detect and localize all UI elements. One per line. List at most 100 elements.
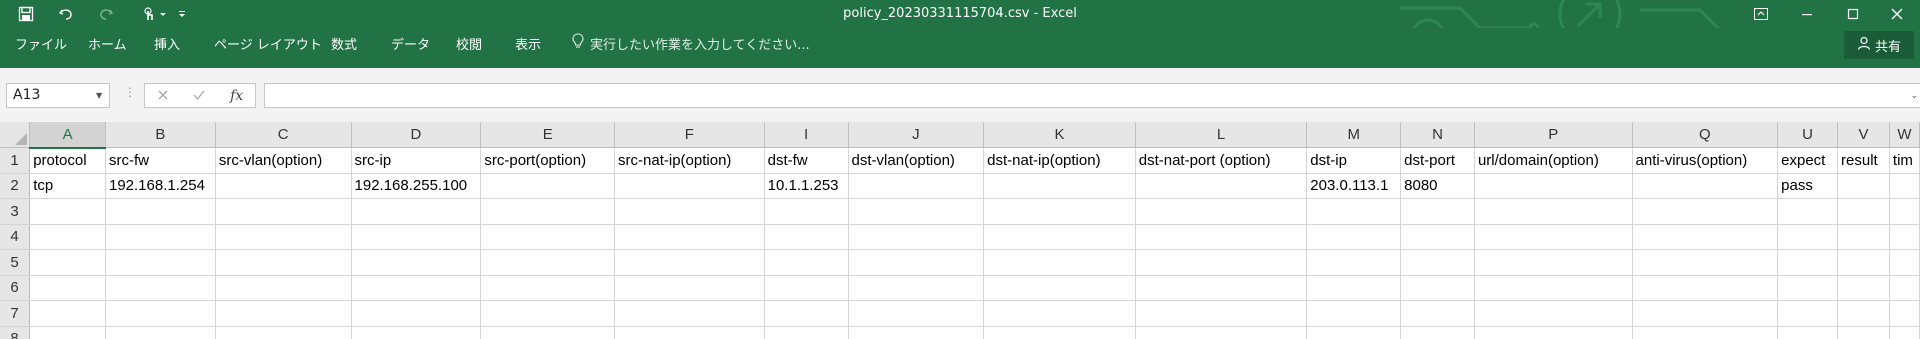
cell-c7[interactable] (215, 300, 352, 327)
column-header-q[interactable]: Q (1632, 122, 1779, 148)
cell-e7[interactable] (480, 300, 616, 327)
cell-j3[interactable] (848, 198, 985, 225)
formula-input[interactable] (264, 83, 1920, 108)
cell-q3[interactable] (1632, 198, 1779, 225)
cell-p6[interactable] (1474, 275, 1633, 301)
cell-a4[interactable] (29, 224, 106, 250)
name-box-dropdown-icon[interactable]: ▼ (96, 91, 102, 100)
cell-n7[interactable] (1400, 300, 1475, 327)
cell-c5[interactable] (215, 249, 352, 276)
cell-f4[interactable] (614, 224, 765, 250)
cell-c3[interactable] (215, 198, 352, 225)
cell-v8[interactable] (1837, 326, 1890, 339)
cell-v4[interactable] (1837, 224, 1890, 250)
worksheet-grid[interactable]: A B C D E F I J K L M N P Q U V W 1 protocol src-fw src-vlan… (0, 122, 1920, 339)
save-icon[interactable] (10, 0, 42, 28)
row-header[interactable]: 6 (0, 275, 31, 301)
cell-n3[interactable] (1400, 198, 1475, 225)
tab-view[interactable]: 表示 (515, 28, 541, 64)
column-header-b[interactable]: B (105, 122, 216, 148)
cell-a3[interactable] (29, 198, 106, 225)
tab-file[interactable]: ファイル (15, 28, 67, 64)
cell-b8[interactable] (105, 326, 216, 339)
cell-i6[interactable] (764, 275, 849, 301)
column-header-e[interactable]: E (480, 122, 616, 148)
column-header-l[interactable]: L (1135, 122, 1308, 148)
cell-m4[interactable] (1306, 224, 1402, 250)
column-header-d[interactable]: D (351, 122, 482, 148)
tab-formulas[interactable]: 数式 (331, 28, 357, 64)
cell-m2[interactable]: 203.0.113.1 (1306, 173, 1402, 199)
row-header[interactable]: 5 (0, 249, 31, 276)
cell-u1[interactable]: expect (1777, 147, 1839, 174)
cell-w5[interactable] (1889, 249, 1920, 276)
cell-d8[interactable] (351, 326, 482, 339)
cell-n2[interactable]: 8080 (1400, 173, 1475, 199)
cell-k8[interactable] (983, 326, 1136, 339)
cell-b1[interactable]: src-fw (105, 147, 216, 174)
cell-q2[interactable] (1632, 173, 1779, 199)
cell-d5[interactable] (351, 249, 482, 276)
tab-insert[interactable]: 挿入 (154, 28, 180, 64)
cell-i5[interactable] (764, 249, 849, 276)
cell-w6[interactable] (1889, 275, 1920, 301)
expand-formula-bar-icon[interactable]: ⌄ (1910, 91, 1918, 101)
column-header-w[interactable]: W (1889, 122, 1920, 148)
cell-m6[interactable] (1306, 275, 1402, 301)
undo-icon[interactable] (50, 0, 82, 28)
cell-d6[interactable] (351, 275, 482, 301)
cell-i1[interactable]: dst-fw (764, 147, 849, 174)
cell-p1[interactable]: url/domain(option) (1474, 147, 1633, 174)
cell-a7[interactable] (29, 300, 106, 327)
cell-w1[interactable]: tim (1889, 147, 1920, 174)
cell-c6[interactable] (215, 275, 352, 301)
cell-w8[interactable] (1889, 326, 1920, 339)
cell-e2[interactable] (480, 173, 616, 199)
cell-n8[interactable] (1400, 326, 1475, 339)
cell-n1[interactable]: dst-port (1400, 147, 1475, 174)
column-header-i[interactable]: I (764, 122, 849, 148)
cell-f3[interactable] (614, 198, 765, 225)
cell-d1[interactable]: src-ip (351, 147, 482, 174)
cell-j1[interactable]: dst-vlan(option) (848, 147, 985, 174)
cell-q6[interactable] (1632, 275, 1779, 301)
cell-l2[interactable] (1135, 173, 1308, 199)
cell-v3[interactable] (1837, 198, 1890, 225)
column-header-k[interactable]: K (983, 122, 1136, 148)
cell-l6[interactable] (1135, 275, 1308, 301)
minimize-icon[interactable] (1784, 0, 1830, 28)
cell-i7[interactable] (764, 300, 849, 327)
row-header[interactable]: 8 (0, 326, 31, 339)
cell-j5[interactable] (848, 249, 985, 276)
cell-p8[interactable] (1474, 326, 1633, 339)
cell-q7[interactable] (1632, 300, 1779, 327)
column-header-v[interactable]: V (1837, 122, 1890, 148)
cell-w7[interactable] (1889, 300, 1920, 327)
cell-p7[interactable] (1474, 300, 1633, 327)
cell-a1[interactable]: protocol (29, 147, 106, 174)
cell-n4[interactable] (1400, 224, 1475, 250)
cell-u4[interactable] (1777, 224, 1839, 250)
insert-function-icon[interactable]: fx (230, 88, 243, 104)
tab-data[interactable]: データ (391, 28, 430, 64)
cell-k3[interactable] (983, 198, 1136, 225)
select-all-corner[interactable] (0, 122, 31, 148)
cell-p2[interactable] (1474, 173, 1633, 199)
tab-home[interactable]: ホーム (88, 28, 127, 64)
cell-v7[interactable] (1837, 300, 1890, 327)
cell-b5[interactable] (105, 249, 216, 276)
cell-u6[interactable] (1777, 275, 1839, 301)
cell-i3[interactable] (764, 198, 849, 225)
cell-m8[interactable] (1306, 326, 1402, 339)
name-box[interactable]: A13 (6, 83, 110, 108)
cell-l8[interactable] (1135, 326, 1308, 339)
row-header[interactable]: 7 (0, 300, 31, 327)
customize-qat-icon[interactable] (170, 0, 194, 28)
cell-u8[interactable] (1777, 326, 1839, 339)
cell-b7[interactable] (105, 300, 216, 327)
cell-k4[interactable] (983, 224, 1136, 250)
cell-f7[interactable] (614, 300, 765, 327)
cell-k5[interactable] (983, 249, 1136, 276)
cell-m7[interactable] (1306, 300, 1402, 327)
cell-w2[interactable] (1889, 173, 1920, 199)
